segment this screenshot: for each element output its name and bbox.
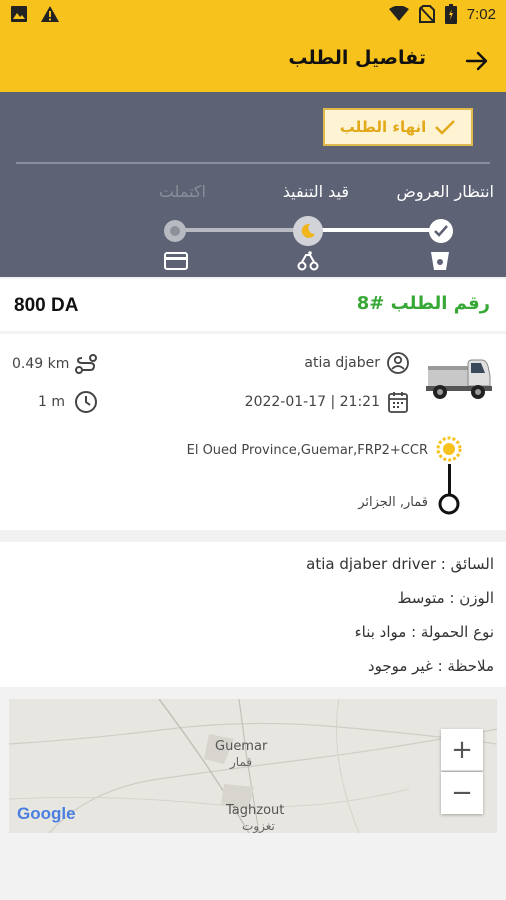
step-dot-completed: [164, 220, 186, 242]
distance-value: 0.49 km: [12, 356, 70, 372]
card-icon: [164, 252, 188, 270]
pickup-marker-icon: [436, 436, 462, 462]
trip-info-card: 0.49 km 1 m atia djaber 2022-01-17 | 21:…: [0, 334, 506, 530]
end-order-label: انهاء الطلب: [339, 118, 427, 136]
progress-track-pending: [175, 228, 307, 232]
map-label-taghzout-ar: تغزوت: [242, 819, 275, 833]
progress-track-done: [307, 228, 441, 232]
map-label-guemar: Guemar: [215, 739, 268, 754]
divider: [16, 162, 490, 164]
user-icon: [387, 352, 409, 374]
check-icon: [435, 120, 456, 135]
order-price: 800 DA: [14, 295, 79, 316]
zoom-out-label: −: [451, 778, 473, 808]
google-logo: Google: [17, 804, 76, 823]
calendar-icon: [388, 392, 408, 413]
order-price-card: 800 DA رقم الطلب #8: [0, 279, 506, 331]
note-row: ملاحظة : غير موجود: [367, 657, 494, 675]
order-details-card: السائق : atia djaber driver الوزن : متوس…: [0, 542, 506, 687]
map-label-taghzout: Taghzout: [226, 803, 285, 818]
customer-name: atia djaber: [304, 355, 380, 371]
dropoff-marker-icon: [438, 493, 460, 515]
route-map[interactable]: Guemar قمار Taghzout تغزوت Google + −: [9, 699, 497, 833]
cup-icon: [431, 252, 449, 270]
route-icon: [75, 354, 97, 374]
step-label-completed: اكتملت: [158, 182, 206, 201]
status-time: 7:02: [466, 5, 496, 23]
weight-row: الوزن : متوسط: [397, 589, 494, 607]
image-notification-icon: [11, 6, 27, 22]
order-number: رقم الطلب #8: [356, 293, 490, 314]
no-sim-icon: [418, 5, 435, 23]
app-bar: تفاصيل الطلب: [0, 30, 506, 92]
driver-row: السائق : atia djaber driver: [306, 555, 494, 573]
zoom-in-label: +: [451, 735, 473, 765]
end-order-button[interactable]: انهاء الطلب: [323, 108, 473, 146]
step-dot-waiting-offers: [429, 219, 453, 243]
step-check-icon: [434, 225, 448, 237]
clock-icon: [75, 391, 97, 413]
duration-value: 1 m: [38, 394, 65, 410]
load-type-row: نوع الحمولة : مواد بناء: [354, 623, 494, 641]
status-bar: 7:02: [0, 0, 506, 30]
step-label-in-progress: قيد التنفيذ: [282, 182, 349, 201]
moon-icon: [301, 223, 315, 238]
delivery-icon: [297, 251, 319, 271]
warning-icon: [41, 6, 59, 22]
truck-image: [426, 359, 492, 399]
order-status-panel: انهاء الطلب انتظار العروض قيد التنفيذ اك…: [0, 92, 506, 277]
step-dot-in-progress: [293, 216, 323, 246]
pickup-address: El Oued Province,Guemar,FRP2+CCR: [186, 443, 428, 458]
map-label-guemar-ar: قمار: [230, 755, 253, 769]
zoom-out-button[interactable]: −: [441, 772, 483, 814]
dropoff-address: قمار, الجزائر: [358, 495, 428, 510]
back-arrow-icon[interactable]: [464, 48, 490, 74]
step-label-waiting-offers: انتظار العروض: [396, 182, 494, 201]
zoom-in-button[interactable]: +: [441, 729, 483, 771]
page-title: تفاصيل الطلب: [288, 47, 426, 69]
order-datetime: 2022-01-17 | 21:21: [244, 394, 380, 410]
wifi-icon: [388, 6, 409, 21]
battery-icon: [444, 4, 457, 24]
